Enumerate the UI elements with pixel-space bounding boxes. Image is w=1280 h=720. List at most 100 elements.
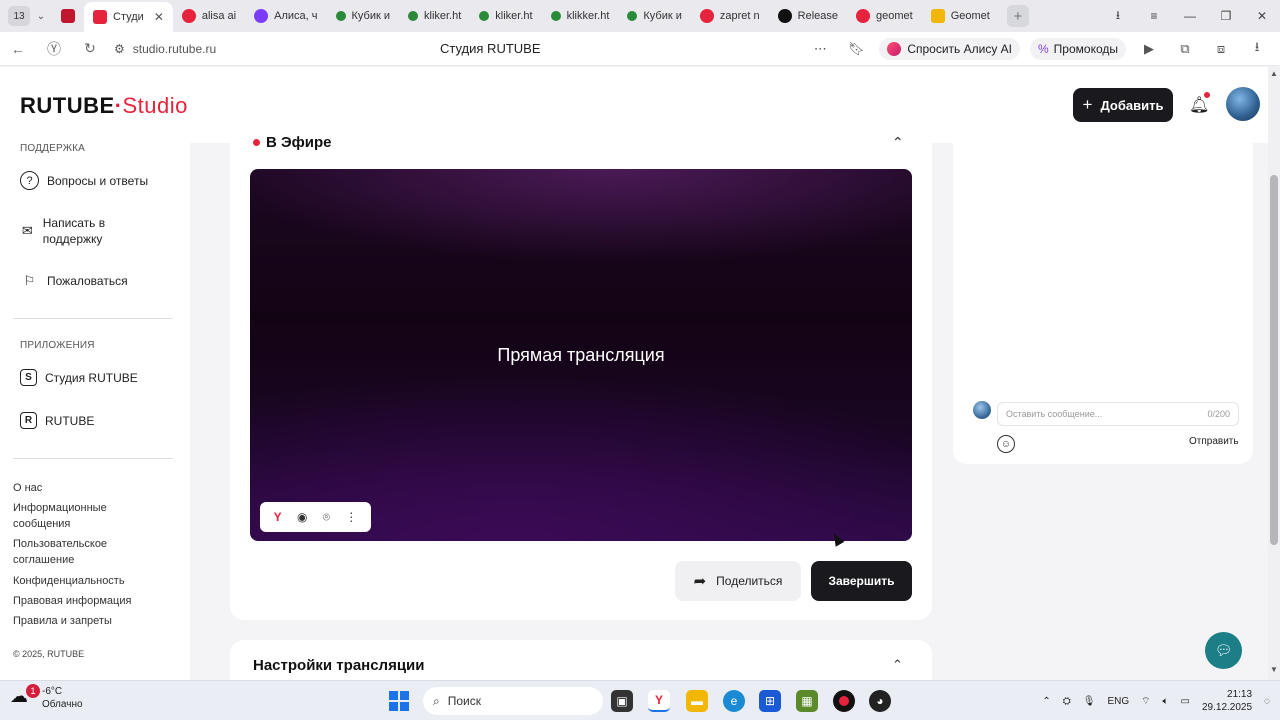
weather-text: Облачно (42, 699, 83, 710)
browser-tab[interactable]: klikker.ht (542, 3, 619, 29)
eye-icon[interactable]: ◉ (297, 510, 307, 524)
more-vertical-icon[interactable]: ⋮ (345, 510, 357, 524)
url-field[interactable]: ⚙ studio.rutube.ru (114, 42, 216, 56)
close-tab-icon[interactable]: ✕ (154, 10, 164, 24)
chevron-up-icon[interactable]: ⌃ (892, 134, 904, 151)
rutube-studio-logo[interactable]: RUTUBE·Studio (20, 93, 188, 119)
yandex-home-icon[interactable]: Ⓨ (36, 39, 72, 59)
sidebar-item-write-support[interactable]: ✉ Написать в поддержку (20, 215, 140, 247)
tab-list-chevron-icon[interactable]: ⌄ (30, 11, 52, 22)
store-icon[interactable]: ⊞ (759, 690, 781, 712)
browser-tab[interactable]: Алиса, ч (245, 3, 326, 29)
browser-tab[interactable]: Release (769, 3, 847, 29)
scroll-down-icon[interactable]: ▼ (1268, 665, 1280, 674)
avatar[interactable] (1226, 87, 1260, 121)
tab-label: Алиса, ч (274, 10, 318, 22)
screenshot-icon[interactable]: ⌾ (323, 510, 330, 525)
menu-icon[interactable]: ≡ (1136, 9, 1172, 23)
tray-chevron-icon[interactable]: ⌃ (1042, 696, 1050, 707)
sidebar-item-faq[interactable]: ? Вопросы и ответы (20, 171, 148, 190)
browser-tab[interactable]: Кубик и (618, 3, 691, 29)
tab-label: Студи (113, 11, 144, 23)
restore-icon[interactable]: ❐ (1208, 9, 1244, 23)
sidebar-item-report[interactable]: ⚐ Пожаловаться (20, 271, 128, 290)
send-button[interactable]: Отправить (1189, 436, 1239, 447)
footer-link-about[interactable]: О нас (13, 480, 153, 496)
browser-tab[interactable]: zapret n (691, 3, 769, 29)
volume-icon[interactable]: 🔈︎ (1163, 696, 1169, 707)
file-explorer-icon[interactable]: ▬ (686, 690, 708, 712)
footer-link-info-messages[interactable]: Информационные сообщения (13, 500, 153, 532)
browser-tab[interactable]: geomet (847, 3, 922, 29)
footer-link-legal[interactable]: Правовая информация (13, 593, 153, 609)
chevron-up-icon[interactable]: ⌃ (892, 657, 903, 673)
clock[interactable]: 21:13 29.12.2025 (1202, 688, 1252, 714)
browser-tab[interactable]: kliker.ht (399, 3, 470, 29)
more-icon[interactable]: ⋯ (807, 41, 833, 57)
taskbar-search[interactable]: ⌕ Поиск (423, 687, 603, 715)
tab-label: kliker.ht (495, 10, 533, 22)
scroll-up-icon[interactable]: ▲ (1268, 69, 1280, 78)
footer-link-user-agreement[interactable]: Пользовательское соглашение (13, 536, 153, 568)
reload-icon[interactable]: ↻ (72, 40, 108, 57)
minimize-icon[interactable]: — (1172, 9, 1208, 23)
alice-favicon-icon (254, 9, 269, 23)
tray-app-icon[interactable]: ⛭ (1063, 696, 1071, 707)
settings-title[interactable]: Настройки трансляции (253, 657, 425, 674)
yandex-icon[interactable]: Y (274, 510, 282, 524)
wifi-icon[interactable]: ⌔ (1141, 695, 1150, 708)
footer-link-rules[interactable]: Правила и запреты (13, 613, 153, 629)
scroll-thumb[interactable] (1270, 175, 1278, 545)
close-window-icon[interactable]: ✕ (1244, 9, 1280, 23)
tab-counter[interactable]: 13 (8, 6, 30, 26)
footer-link-privacy[interactable]: Конфиденциальность (13, 573, 153, 589)
tab-label: kliker.ht (424, 10, 462, 22)
minecraft-icon[interactable]: ▦ (796, 690, 818, 712)
page-title: Студия RUTUBE (440, 41, 541, 56)
obs-icon[interactable]: ◕ (869, 690, 891, 712)
edge-icon[interactable]: e (723, 690, 745, 712)
browser-tab[interactable] (52, 3, 84, 29)
site-info-icon[interactable]: ⚙ (114, 42, 125, 56)
browser-tab[interactable]: Geomet (922, 3, 999, 29)
record-icon[interactable] (833, 690, 855, 712)
ask-alice-button[interactable]: Спросить Алису AI (879, 38, 1020, 60)
promo-button[interactable]: % Промокоды (1030, 38, 1126, 60)
question-icon: ? (20, 171, 39, 190)
support-chat-button[interactable]: 💬︎ (1205, 632, 1242, 669)
language-indicator[interactable]: ENG (1107, 696, 1129, 707)
weather-widget[interactable]: ☁ 1 -6°C Облачно (10, 684, 83, 711)
rutube-studio-favicon-icon (93, 10, 107, 24)
browser-tab-active[interactable]: Студи ✕ (84, 2, 173, 32)
browser-tab[interactable]: alisa ai (173, 3, 245, 29)
add-button[interactable]: + Добавить (1073, 88, 1173, 122)
video-player[interactable]: Прямая трансляция Y ◉ ⌾ ⋮ (250, 169, 912, 541)
sidebar-item-rutube-app[interactable]: R RUTUBE (20, 412, 94, 429)
sidebar-item-studio-app[interactable]: S Студия RUTUBE (20, 369, 138, 386)
yandex-browser-icon[interactable]: Y (648, 690, 670, 712)
back-icon[interactable]: ← (0, 41, 36, 57)
new-tab-button[interactable]: + (1006, 5, 1029, 27)
browser-tab[interactable]: Кубик и (327, 3, 400, 29)
browser-tab[interactable]: kliker.ht (470, 3, 541, 29)
video-icon[interactable]: ▶ (1136, 41, 1162, 57)
download-arrow-icon[interactable]: ⭳ (1244, 38, 1270, 60)
sidebar-divider (13, 458, 173, 459)
translate-icon[interactable]: ⧈ (1208, 41, 1234, 57)
bell-icon[interactable]: 🔔︎ (1189, 95, 1209, 115)
battery-icon[interactable]: ▭ (1181, 696, 1190, 707)
task-view-icon[interactable]: ▣ (611, 690, 633, 712)
chat-char-counter: 0/200 (1207, 409, 1230, 419)
share-button[interactable]: ➦ Поделиться (675, 561, 801, 601)
download-icon[interactable]: ⭳ (1100, 6, 1136, 27)
bookmark-icon[interactable]: 🔖︎ (843, 41, 869, 57)
extensions-icon[interactable]: ⧉ (1172, 41, 1198, 57)
finish-button[interactable]: Завершить (811, 561, 912, 601)
page-scrollbar[interactable]: ▲ ▼ (1268, 67, 1280, 680)
chat-message-input[interactable]: Оставить сообщение... 0/200 (997, 402, 1239, 426)
notifications-icon[interactable]: ◌ (1264, 696, 1270, 707)
microphone-icon[interactable]: 🎙︎ (1083, 696, 1096, 707)
emoji-icon[interactable]: ☺ (997, 435, 1015, 453)
windows-start-icon[interactable] (389, 691, 409, 711)
github-favicon-icon (777, 9, 792, 23)
